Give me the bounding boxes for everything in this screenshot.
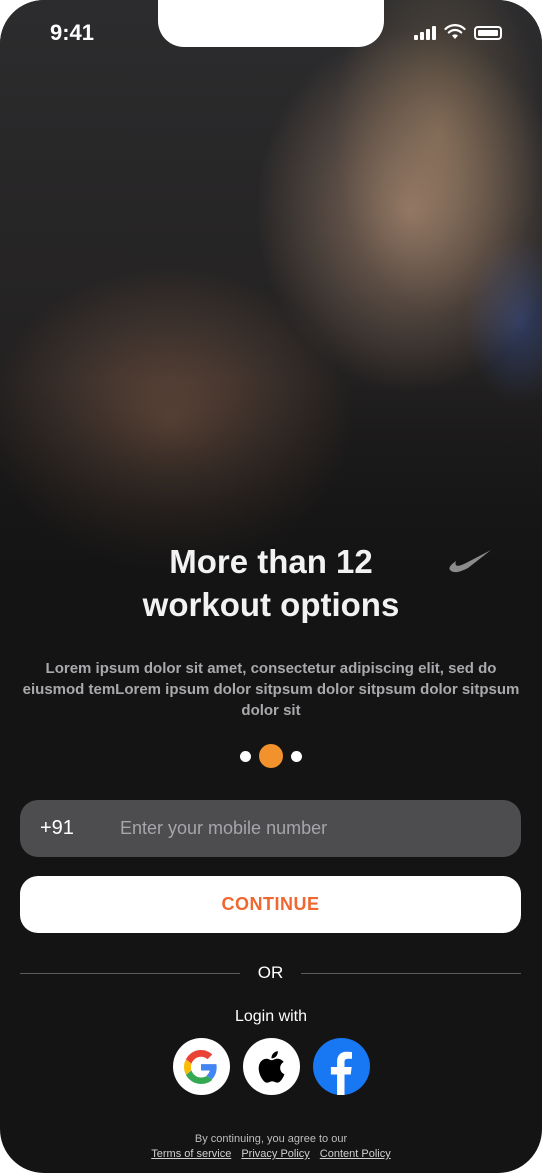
google-icon bbox=[184, 1049, 217, 1084]
terms-of-service-link[interactable]: Terms of service bbox=[151, 1147, 231, 1162]
pagination-dot-active[interactable] bbox=[259, 744, 283, 768]
facebook-icon bbox=[330, 1051, 352, 1095]
legal-text: By continuing, you agree to our bbox=[194, 1133, 348, 1145]
legal-notice: By continuing, you agree to our Terms of… bbox=[0, 1132, 542, 1162]
wifi-icon bbox=[444, 24, 466, 39]
mobile-number-field[interactable]: +91 bbox=[20, 800, 521, 857]
device-notch bbox=[158, 0, 384, 47]
country-code[interactable]: +91 bbox=[40, 817, 118, 840]
status-time: 9:41 bbox=[50, 20, 95, 45]
headline-line-2: workout options bbox=[142, 586, 400, 623]
or-label: OR bbox=[257, 963, 284, 982]
facebook-login-button[interactable] bbox=[312, 1038, 370, 1095]
pagination-dot[interactable] bbox=[240, 750, 251, 762]
apple-login-button[interactable] bbox=[242, 1038, 300, 1095]
status-icons bbox=[414, 24, 502, 40]
carousel-pagination bbox=[0, 744, 542, 768]
mobile-number-input[interactable] bbox=[118, 817, 502, 840]
headline-line-1: More than 12 bbox=[169, 543, 373, 580]
battery-icon bbox=[474, 26, 502, 40]
login-with-label: Login with bbox=[234, 1008, 308, 1025]
privacy-policy-link[interactable]: Privacy Policy bbox=[241, 1147, 309, 1162]
onboarding-headline: More than 12 workout options bbox=[0, 540, 542, 626]
social-login-buttons bbox=[0, 1038, 542, 1095]
signal-icon bbox=[414, 26, 436, 40]
apple-icon bbox=[258, 1050, 285, 1083]
onboarding-description: Lorem ipsum dolor sit amet, consectetur … bbox=[22, 660, 520, 719]
continue-button[interactable]: CONTINUE bbox=[20, 876, 521, 933]
divider-line bbox=[301, 972, 521, 974]
legal-links: Terms of service Privacy Policy Content … bbox=[0, 1147, 542, 1162]
or-divider: OR bbox=[20, 960, 521, 986]
onboarding-screen: 9:41 More than 12 workout options Lorem … bbox=[0, 0, 542, 1173]
google-login-button[interactable] bbox=[172, 1038, 230, 1095]
divider-line bbox=[20, 972, 240, 974]
pagination-dot[interactable] bbox=[291, 750, 302, 762]
content-policy-link[interactable]: Content Policy bbox=[320, 1147, 391, 1162]
